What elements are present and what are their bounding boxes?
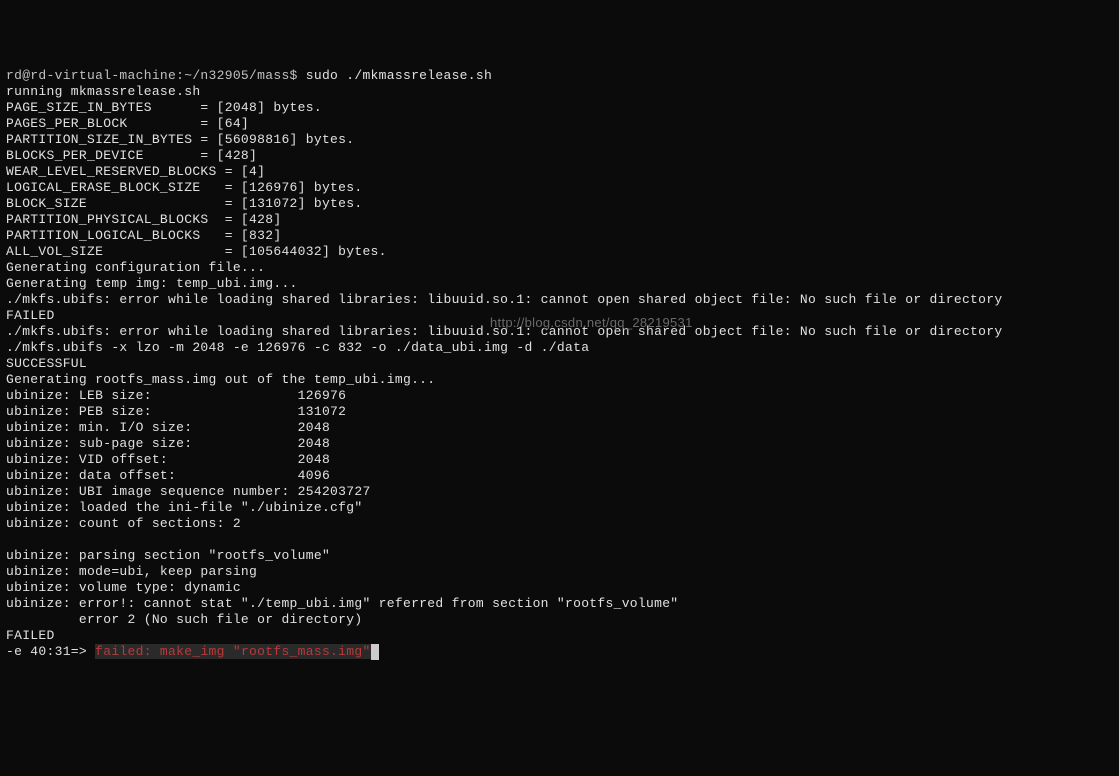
output-line: ubinize: mode=ubi, keep parsing [6,564,257,579]
output-line: PAGES_PER_BLOCK = [64] [6,116,249,131]
output-line: ./mkfs.ubifs -x lzo -m 2048 -e 126976 -c… [6,340,589,355]
output-line: FAILED [6,308,55,323]
output-line: FAILED [6,628,55,643]
output-line: ubinize: loaded the ini-file "./ubinize.… [6,500,362,515]
output-line: PARTITION_LOGICAL_BLOCKS = [832] [6,228,281,243]
output-line: PARTITION_PHYSICAL_BLOCKS = [428] [6,212,281,227]
output-line: ubinize: PEB size: 131072 [6,404,346,419]
terminal-output[interactable]: rd@rd-virtual-machine:~/n32905/mass$ sud… [6,68,1113,660]
output-line: WEAR_LEVEL_RESERVED_BLOCKS = [4] [6,164,265,179]
output-line: ubinize: LEB size: 126976 [6,388,346,403]
output-line: Generating configuration file... [6,260,265,275]
output-line: BLOCKS_PER_DEVICE = [428] [6,148,257,163]
output-line: PAGE_SIZE_IN_BYTES = [2048] bytes. [6,100,322,115]
output-line: ./mkfs.ubifs: error while loading shared… [6,292,1002,307]
output-line: SUCCESSFUL [6,356,87,371]
output-line: ubinize: VID offset: 2048 [6,452,330,467]
output-line: BLOCK_SIZE = [131072] bytes. [6,196,362,211]
shell-prompt: rd@rd-virtual-machine:~/n32905/mass$ [6,68,306,83]
output-line: ubinize: error!: cannot stat "./temp_ubi… [6,596,678,611]
output-line: ALL_VOL_SIZE = [105644032] bytes. [6,244,387,259]
output-line: Generating rootfs_mass.img out of the te… [6,372,435,387]
output-line: ./mkfs.ubifs: error while loading shared… [6,324,1002,339]
output-line: ubinize: count of sections: 2 [6,516,241,531]
terminal-cursor [371,644,379,660]
error-message: failed: make_img "rootfs_mass.img" [95,644,370,659]
error-prefix: -e 40:31=> [6,644,95,659]
output-line: ubinize: parsing section "rootfs_volume" [6,548,330,563]
command-text: sudo ./mkmassrelease.sh [306,68,492,83]
output-line: error 2 (No such file or directory) [6,612,362,627]
output-line: PARTITION_SIZE_IN_BYTES = [56098816] byt… [6,132,354,147]
output-line: ubinize: UBI image sequence number: 2542… [6,484,371,499]
output-line: Generating temp img: temp_ubi.img... [6,276,298,291]
output-line: ubinize: data offset: 4096 [6,468,330,483]
output-line: ubinize: volume type: dynamic [6,580,241,595]
output-line: ubinize: min. I/O size: 2048 [6,420,330,435]
output-line: running mkmassrelease.sh [6,84,200,99]
output-line: LOGICAL_ERASE_BLOCK_SIZE = [126976] byte… [6,180,362,195]
output-line: ubinize: sub-page size: 2048 [6,436,330,451]
